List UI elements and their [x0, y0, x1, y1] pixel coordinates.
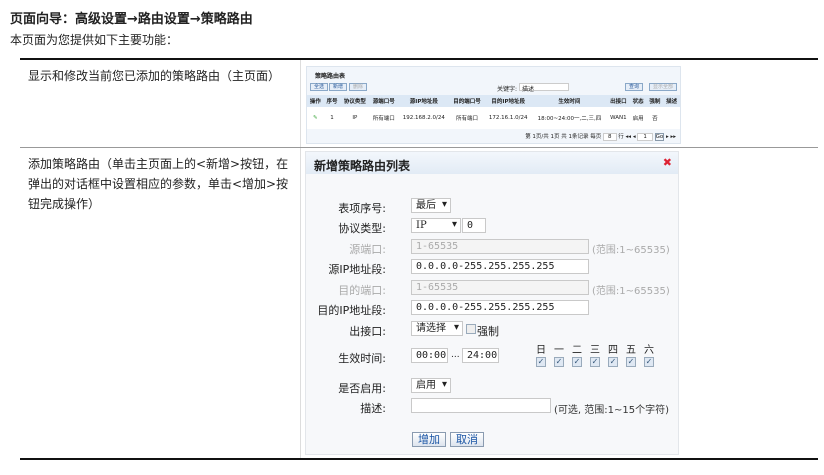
column-header: 描述 [663, 95, 680, 107]
table-top-border [20, 58, 818, 60]
enable-select[interactable]: 启用 [411, 378, 451, 393]
column-header: 出接口 [607, 95, 630, 107]
cancel-button[interactable]: 取消 [450, 432, 484, 447]
route-table: 操作 序号 协议类型 源端口号 源IP地址段 目的端口号 目的IP地址段 生效时间 出接口 状态强… [307, 95, 680, 129]
force-checkbox[interactable] [466, 324, 476, 334]
dst-ip-input[interactable]: 0.0.0.0-255.255.255.255 [411, 300, 589, 315]
dst-ip-label: 目的IP地址段: [317, 304, 386, 317]
src-ip-label: 源IP地址段: [328, 263, 386, 276]
add-policy-route-dialog: 新增策略路由列表 ✖ 表项序号: 最后 协议类型: IP 0 源端口: 1-65… [305, 151, 679, 455]
table-cell: 1 [323, 107, 341, 129]
day-label: 四 [608, 345, 618, 356]
go-button[interactable]: Go [654, 133, 665, 141]
show-all-button[interactable]: 显示全部 [649, 83, 678, 91]
search-button[interactable]: 查询 [625, 83, 644, 91]
row-desc-1: 显示和修改当前您已添加的策略路由（主页面） [28, 69, 281, 83]
src-port-range: (范围:1~65535) [592, 245, 670, 256]
time-label: 生效时间: [338, 352, 386, 365]
column-header: 协议类型 [340, 95, 370, 107]
edit-icon[interactable]: ✎ [307, 107, 324, 129]
day-checkbox[interactable]: ✓ [626, 357, 636, 367]
day-label: 二 [572, 345, 582, 356]
list-title: 策略路由表 [315, 73, 346, 80]
dialog-title: 新增策略路由列表 [306, 152, 678, 174]
dst-port-range: (范围:1~65535) [592, 286, 670, 297]
day-checkbox[interactable]: ✓ [536, 357, 546, 367]
entry-select[interactable]: 最后 [411, 198, 451, 213]
table-cell: WAN1 [607, 107, 630, 129]
table-cell: 18:00~24:00一,二,三,四 [531, 107, 607, 129]
day-label: 一 [554, 345, 564, 356]
table-cell: 启用 [629, 107, 647, 129]
policy-route-list-screenshot: 策略路由表 全选 新增 删除 关键字: 描述 查询 显示全部 操作 序号 协议类型源… [306, 66, 681, 144]
force-label: 强制 [477, 325, 499, 338]
protocol-select[interactable]: IP [411, 218, 461, 233]
day-checkbox[interactable]: ✓ [572, 357, 582, 367]
description-input[interactable] [411, 398, 551, 413]
description-label: 描述: [360, 402, 386, 415]
description-hint: (可选, 范围:1~15个字符) [554, 405, 669, 416]
column-divider [300, 148, 301, 458]
day-label: 五 [626, 345, 636, 356]
row-desc-2: 添加策略路由（单击主页面上的<新增>按钮，在弹出的对话框中设置相应的参数，单击<… [28, 157, 289, 211]
protocol-number-input[interactable]: 0 [462, 218, 486, 233]
start-time-input[interactable]: 00:00 [411, 348, 448, 363]
day-checkbox[interactable]: ✓ [554, 357, 564, 367]
rows-label: 行 [618, 134, 624, 140]
src-port-label: 源端口: [349, 243, 386, 256]
day-label: 三 [590, 345, 600, 356]
column-header: 强制 [646, 95, 664, 107]
table-cell: IP [340, 107, 370, 129]
select-all-button[interactable]: 全选 [310, 83, 329, 91]
interface-select[interactable]: 请选择 [411, 321, 463, 336]
table-cell: 否 [646, 107, 664, 129]
column-header: 状态 [629, 95, 647, 107]
day-label: 六 [644, 345, 654, 356]
row-divider [20, 147, 818, 148]
day-checkbox[interactable]: ✓ [608, 357, 618, 367]
close-icon[interactable]: ✖ [663, 156, 672, 169]
page-input[interactable]: 1 [637, 133, 653, 141]
column-header: 序号 [323, 95, 341, 107]
end-time-input[interactable]: 24:00 [462, 348, 499, 363]
protocol-label: 协议类型: [338, 222, 386, 235]
column-divider [300, 60, 301, 147]
add-button[interactable]: 新增 [329, 83, 348, 91]
column-header: 源端口号 [369, 95, 399, 107]
dst-port-label: 目的端口: [338, 284, 386, 297]
day-checkbox[interactable]: ✓ [590, 357, 600, 367]
column-header: 目的IP地址段 [484, 95, 532, 107]
column-header: 源IP地址段 [398, 95, 450, 107]
enable-label: 是否启用: [338, 382, 386, 395]
src-ip-input[interactable]: 0.0.0.0-255.255.255.255 [411, 259, 589, 274]
table-cell [663, 107, 680, 129]
per-page-input[interactable]: 8 [603, 133, 617, 141]
table-cell: 192.168.2.0/24 [398, 107, 450, 129]
interface-label: 出接口: [349, 325, 386, 338]
column-header: 生效时间 [531, 95, 607, 107]
pagination-text: 第 1页/共 1页 共 1条记录 每页 [525, 134, 602, 140]
time-separator: ... [451, 350, 460, 360]
keyword-label: 关键字: [497, 86, 518, 93]
day-label: 日 [536, 345, 546, 356]
page-title: 页面向导：高级设置→路由设置→策略路由 [10, 12, 253, 27]
src-port-input[interactable]: 1-65535 [411, 239, 589, 254]
entry-label: 表项序号: [338, 202, 386, 215]
column-header: 操作 [307, 95, 324, 107]
dst-port-input[interactable]: 1-65535 [411, 280, 589, 295]
day-checkbox[interactable]: ✓ [644, 357, 654, 367]
table-cell: 172.16.1.0/24 [484, 107, 532, 129]
column-header: 目的端口号 [449, 95, 485, 107]
page-subtitle: 本页面为您提供如下主要功能： [10, 33, 179, 47]
keyword-select[interactable]: 描述 [519, 83, 569, 93]
table-cell: 所有端口 [369, 107, 399, 129]
table-bottom-border [20, 458, 818, 460]
add-submit-button[interactable]: 增加 [412, 432, 446, 447]
pagination: 第 1页/共 1页 共 1条记录 每页 8 行 ◂◂ ◂ 1 Go ▸ ▸▸ [525, 133, 676, 141]
table-cell: 所有端口 [449, 107, 485, 129]
delete-button[interactable]: 删除 [349, 83, 368, 91]
